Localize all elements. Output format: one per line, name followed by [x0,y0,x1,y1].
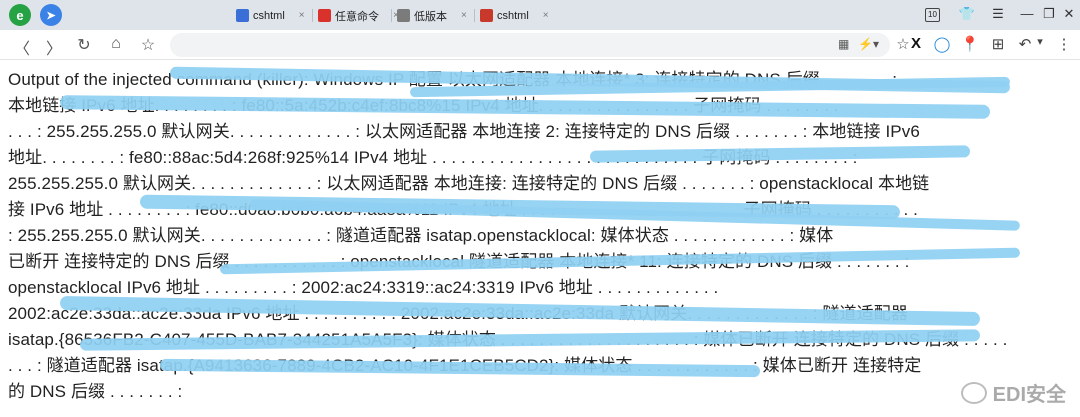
home-button[interactable]: ⌂ [106,35,126,53]
tab-cshtml-2[interactable]: cshtml × [480,5,549,26]
pin-extension-icon[interactable]: 📍 [960,35,980,53]
output-line: 255.255.255.0 默认网关. . . . . . . . . . . … [8,174,930,193]
tab-label: cshtml [253,9,285,22]
close-icon[interactable]: × [299,10,305,21]
page-favicon-icon [318,9,331,22]
menu-icon[interactable]: ⋮ [1054,35,1074,53]
restore-button[interactable]: ❐ [1040,6,1058,22]
watermark-text: EDI安全 [992,384,1066,406]
tab-label: 任意命令 [335,10,379,23]
address-bar[interactable]: ▦ ⚡ ▾ [170,33,890,57]
tab-label: 低版本 [414,10,447,23]
page-favicon-icon [480,9,493,22]
nav-toolbar: 〈 〉 ↻ ⌂ ☆ ▦ ⚡ ▾ ☆ X ◯ 📍 ⊞ ↶ ▾ ⋮ [0,30,1080,60]
back-button[interactable]: 〈 [12,35,32,59]
chevron-down-icon[interactable]: ▾ [1030,35,1050,48]
tab-divider [474,9,475,22]
close-icon[interactable]: × [461,10,467,21]
bookmark-star-icon[interactable]: ☆ [138,35,158,55]
tab-low-version[interactable]: 低版本 × [397,5,467,26]
close-window-button[interactable]: ✕ [1060,6,1078,22]
apps-icon[interactable]: ⊞ [988,35,1008,53]
grid-icon[interactable]: ▦ [838,37,849,51]
tab-count-badge[interactable]: 10 [925,8,940,22]
output-line: 的 DNS 后缀 . . . . . . . : [8,382,183,401]
wechat-icon [960,381,987,404]
minimize-button[interactable]: — [1018,6,1036,21]
output-line: : 255.255.255.0 默认网关. . . . . . . . . . … [8,226,834,245]
send-arrow-icon[interactable]: ➤ [40,4,62,26]
x-extension-icon[interactable]: X [906,35,926,52]
close-icon[interactable]: × [543,10,549,21]
ring-extension-icon[interactable]: ◯ [932,35,952,53]
list-icon[interactable]: ☰ [989,6,1007,22]
command-output: Output of the injected command (killer):… [0,60,1080,417]
page-favicon-icon [236,9,249,22]
edge-icon[interactable]: e [9,4,31,26]
shirt-icon[interactable]: 👕 [958,6,976,22]
chevron-down-icon[interactable]: ▾ [873,37,879,51]
tab-divider [312,9,313,22]
page-favicon-icon [397,9,410,22]
bolt-icon[interactable]: ⚡ [858,37,873,51]
tab-command[interactable]: 任意命令 × [318,5,399,26]
tab-divider [391,9,392,22]
tab-strip: e ➤ cshtml × 任意命令 × 低版本 × cshtml × 10 👕 … [0,0,1080,30]
tab-label: cshtml [497,9,529,22]
output-line: . . . : 255.255.255.0 默认网关. . . . . . . … [8,122,920,141]
reload-button[interactable]: ↻ [74,35,94,55]
forward-button[interactable]: 〉 [44,35,64,59]
watermark: EDI安全 [960,378,1066,407]
tab-cshtml-1[interactable]: cshtml × [236,5,305,26]
